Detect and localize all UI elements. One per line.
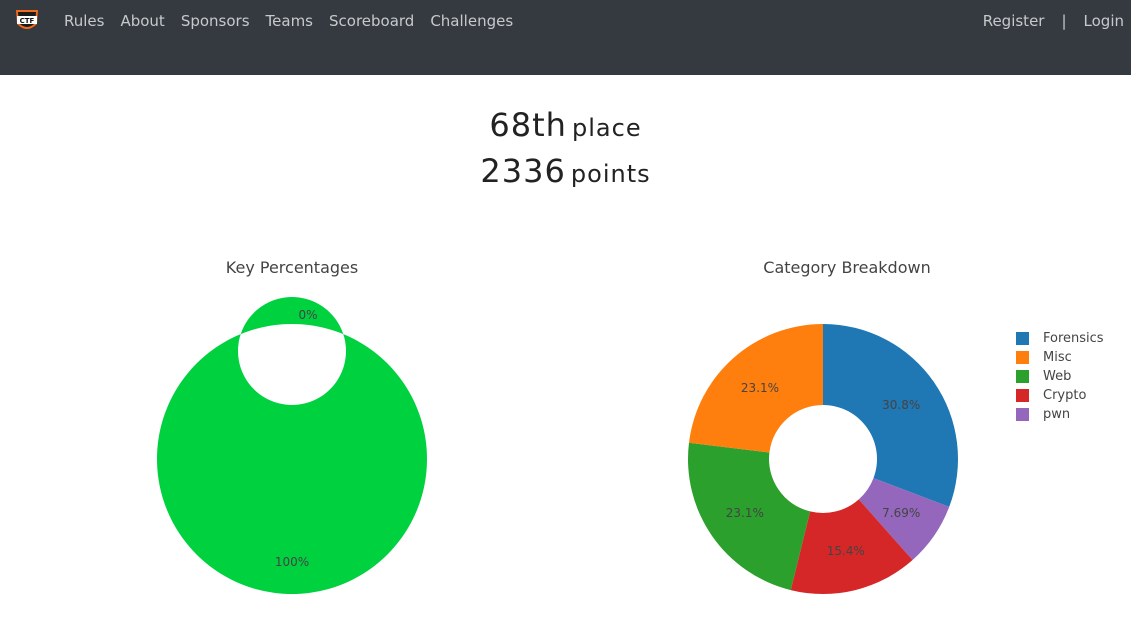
legend-swatch bbox=[1016, 370, 1029, 383]
chart1-slice-label-3: 23.1% bbox=[726, 506, 764, 520]
chart0-slice-label-0: 100% bbox=[275, 555, 309, 569]
legend-label: Misc bbox=[1043, 350, 1072, 365]
legend-item-pwn[interactable]: pwn bbox=[1016, 405, 1104, 424]
chart1-slice-label-4: 23.1% bbox=[741, 381, 779, 395]
legend-label: Crypto bbox=[1043, 388, 1087, 403]
legend-swatch bbox=[1016, 408, 1029, 421]
chart1-slice-label-0: 30.8% bbox=[882, 398, 920, 412]
legend-swatch bbox=[1016, 389, 1029, 402]
legend-swatch bbox=[1016, 351, 1029, 364]
legend-label: Web bbox=[1043, 369, 1072, 384]
chart0-slice-0[interactable] bbox=[156, 297, 427, 594]
legend-item-misc[interactable]: Misc bbox=[1016, 348, 1104, 367]
chart1-slice-label-1: 7.69% bbox=[882, 506, 920, 520]
legend-swatch bbox=[1016, 332, 1029, 345]
chart0-slice-label-1: 0% bbox=[298, 308, 317, 322]
legend-item-forensics[interactable]: Forensics bbox=[1016, 329, 1104, 348]
category-legend: Forensics Misc Web Crypto pwn bbox=[1016, 329, 1104, 424]
legend-item-crypto[interactable]: Crypto bbox=[1016, 386, 1104, 405]
chart1-slice-label-2: 15.4% bbox=[827, 544, 865, 558]
legend-label: Forensics bbox=[1043, 331, 1104, 346]
legend-label: pwn bbox=[1043, 407, 1071, 422]
legend-item-web[interactable]: Web bbox=[1016, 367, 1104, 386]
charts-canvas: 100% 0% 30.8% 7.69% 15.4% 23.1% 23.1% bbox=[156, 297, 959, 594]
chart1-slice-0[interactable] bbox=[823, 324, 959, 507]
